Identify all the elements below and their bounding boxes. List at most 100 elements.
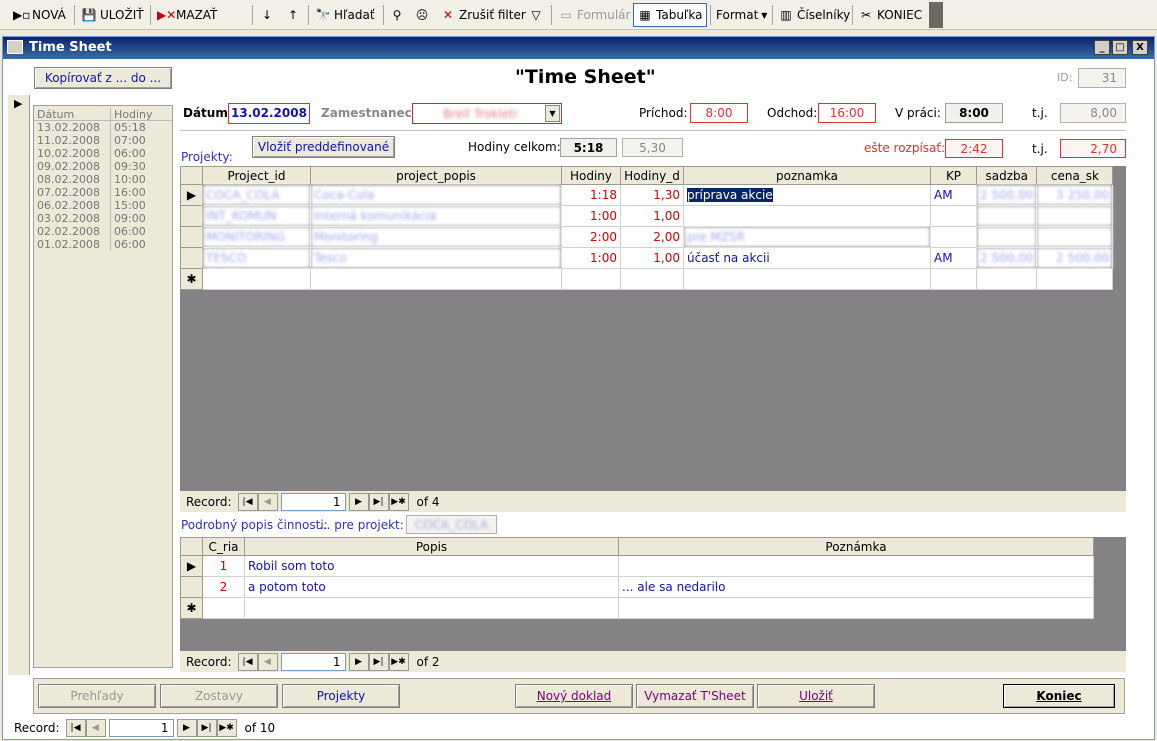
ciselniky-button[interactable]: ▥ Číselníky [775, 3, 853, 27]
hladat-button[interactable]: 🔭 Hľadať [312, 3, 378, 27]
new-record-asterisk-icon[interactable]: ✱ [180, 268, 203, 290]
first-record-icon[interactable]: |◀ [237, 492, 258, 511]
table-row[interactable]: MONITORING Monitoring 2:00 2,00 pre MZSR [180, 226, 1114, 248]
record-selector[interactable]: ▶ [8, 95, 30, 675]
exit-icon: ✂ [860, 8, 872, 22]
current-row-arrow-icon[interactable]: ▶ [180, 555, 203, 577]
list-item[interactable]: 10.02.2008 06:00 [34, 147, 172, 160]
record-number-input[interactable]: 1 [280, 492, 346, 511]
novy-doklad-button[interactable]: Nový doklad [515, 684, 633, 708]
last-record-icon[interactable]: ▶| [368, 492, 389, 511]
datum-field[interactable]: 13.02.2008 [228, 103, 310, 124]
previous-record-icon[interactable]: ◀ [257, 492, 278, 511]
funnel-icon: ▽ [531, 8, 541, 22]
list-item[interactable]: 06.02.2008 15:00 [34, 199, 172, 212]
form-view-icon: ▭ [560, 8, 572, 22]
new-record-nav-icon[interactable]: ▶✱ [388, 492, 409, 511]
column-header[interactable]: C_ria [202, 537, 245, 556]
table-row[interactable]: 2 a potom toto ... ale sa nedarilo [180, 576, 1094, 598]
maximize-button[interactable]: □ [1112, 40, 1128, 55]
este-rozpisat-label: ešte rozpísať: [864, 141, 946, 155]
ulozit-button[interactable]: 💾 ULOŽIŤ [78, 3, 147, 27]
format-menu[interactable]: Format ▼ [713, 3, 770, 27]
list-item[interactable]: 02.02.2008 06:00 [34, 225, 172, 238]
projekty-button[interactable]: Projekty [282, 684, 400, 708]
filter-button[interactable]: ▽ [525, 3, 547, 27]
next-record-icon[interactable]: ▶ [348, 652, 369, 671]
window-titlebar: Time Sheet _ □ X [3, 37, 1154, 59]
koniec-button-bottom[interactable]: Koniec [1003, 684, 1115, 708]
ulozit-button-bottom[interactable]: Uložiť [757, 684, 875, 708]
table-row[interactable]: TESCO Tesco 1:00 1,00 účasť na akcii AM … [180, 247, 1114, 269]
column-header[interactable]: Hodiny_d [620, 166, 684, 185]
column-header[interactable]: cena_sk [1036, 166, 1114, 185]
list-item[interactable]: 07.02.2008 16:00 [34, 186, 172, 199]
kopirovat-button[interactable]: Kopírovať z ... do ... [34, 67, 172, 89]
next-record-icon[interactable]: ▶ [176, 718, 197, 737]
next-record-icon[interactable]: ▶ [348, 492, 369, 511]
vlozit-preddefinovane-button[interactable]: Vložiť preddefinované [252, 136, 395, 158]
sort-asc-button[interactable]: ↓ [256, 3, 278, 27]
table-row[interactable]: ▶ 1 Robil som toto [180, 555, 1094, 577]
projects-subform[interactable]: Project_id project_popis Hodiny Hodiny_d… [180, 166, 1126, 491]
hodiny-celkom-decimal-field: 5,30 [622, 138, 683, 157]
first-record-icon[interactable]: |◀ [65, 718, 86, 737]
form-icon [7, 40, 23, 54]
column-header[interactable]: project_popis [310, 166, 562, 185]
new-record-row[interactable]: ✱ [180, 268, 1114, 290]
column-header[interactable]: poznamka [683, 166, 931, 185]
new-record-nav-icon[interactable]: ▶✱ [388, 652, 409, 671]
current-row-arrow-icon[interactable]: ▶ [180, 184, 203, 206]
save-icon: 💾 [81, 8, 97, 22]
record-number-input[interactable]: 1 [280, 652, 346, 671]
nova-button[interactable]: ▶▫ NOVÁ [10, 3, 69, 27]
column-header[interactable]: Project_id [202, 166, 311, 185]
zrusit-filter-button[interactable]: ✕ Zrušiť filter [437, 3, 529, 27]
column-header[interactable]: Popis [244, 537, 619, 556]
first-record-icon[interactable]: |◀ [237, 652, 258, 671]
list-item[interactable]: 13.02.2008 05:18 [34, 121, 172, 134]
toolbar-overflow-handle[interactable] [929, 2, 943, 28]
list-item[interactable]: 09.02.2008 09:30 [34, 160, 172, 173]
table-row[interactable]: ▶ COCA_COLA Coca-Cola 1:18 1,30 príprava… [180, 184, 1114, 206]
table-row[interactable]: INT_KOMUN Interná komunikácia 1:00 1,00 [180, 205, 1114, 227]
new-record-asterisk-icon[interactable]: ✱ [180, 597, 203, 619]
column-header[interactable]: KP [930, 166, 977, 185]
previous-record-icon[interactable]: ◀ [257, 652, 278, 671]
last-record-icon[interactable]: ▶| [196, 718, 217, 737]
list-item[interactable]: 08.02.2008 10:00 [34, 173, 172, 186]
sort-desc-button[interactable]: ↑ [282, 3, 304, 27]
chevron-down-icon[interactable]: ▼ [545, 105, 560, 122]
close-button[interactable]: X [1132, 40, 1148, 55]
previous-record-icon[interactable]: ◀ [85, 718, 106, 737]
toolbar: ▶▫ NOVÁ 💾 ULOŽIŤ ▶✕ MAZAŤ ↓ ↑ 🔭 Hľadať ⚲ ☹ ✕… [0, 0, 1157, 30]
filter-selection-button[interactable]: ⚲ [386, 3, 408, 27]
podrobny-popis-label: Podrobný popis činnosti: [181, 518, 328, 532]
date-list[interactable]: Dátum Hodiny 13.02.2008 05:18 11.02.2008 07… [33, 105, 173, 668]
list-item[interactable]: 03.02.2008 09:00 [34, 212, 172, 225]
zostavy-button[interactable]: Zostavy [160, 684, 278, 708]
column-header[interactable]: Poznámka [618, 537, 1094, 556]
record-number-input[interactable]: 1 [108, 718, 174, 737]
new-record-row[interactable]: ✱ [180, 597, 1094, 619]
column-header[interactable]: sadzba [975, 166, 1038, 185]
smiley-button[interactable]: ☹ [411, 3, 433, 27]
list-item[interactable]: 01.02.2008 06:00 [34, 238, 172, 251]
zamestnanec-select[interactable]: Brell Trokleti ▼ [412, 103, 562, 124]
vymazat-tsheet-button[interactable]: Vymazať T'Sheet [636, 684, 754, 708]
odchod-field[interactable]: 16:00 [818, 103, 876, 123]
tabulka-button[interactable]: ▦ Tabuľka [633, 3, 707, 27]
dropdown-arrow-icon: ▼ [761, 10, 768, 20]
prichod-field[interactable]: 8:00 [690, 103, 748, 123]
last-record-icon[interactable]: ▶| [368, 652, 389, 671]
detail-subform[interactable]: C_ria Popis Poznámka ▶ 1 Robil som toto … [180, 537, 1126, 651]
prehlady-button[interactable]: Prehľady [38, 684, 156, 708]
column-header[interactable]: Hodiny [561, 166, 621, 185]
formular-button[interactable]: ▭ Formulár [555, 3, 633, 27]
projekty-label: Projekty: [181, 150, 233, 164]
minimize-button[interactable]: _ [1094, 40, 1110, 55]
koniec-button[interactable]: ✂ KONIEC [855, 3, 925, 27]
list-item[interactable]: 11.02.2008 07:00 [34, 134, 172, 147]
new-record-nav-icon[interactable]: ▶✱ [216, 718, 237, 737]
mazat-button[interactable]: ▶✕ MAZAŤ [154, 3, 220, 27]
